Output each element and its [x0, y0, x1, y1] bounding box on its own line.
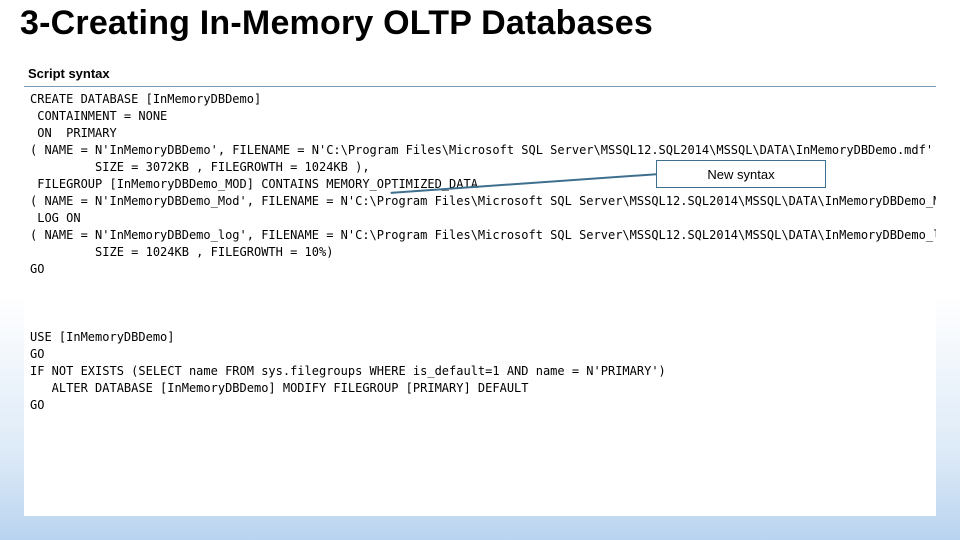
- slide: 3-Creating In-Memory OLTP Databases Scri…: [0, 0, 960, 540]
- sql-code-block: CREATE DATABASE [InMemoryDBDemo] CONTAIN…: [24, 86, 936, 516]
- script-syntax-label: Script syntax: [28, 66, 110, 81]
- slide-title: 3-Creating In-Memory OLTP Databases: [20, 4, 653, 43]
- new-syntax-callout: New syntax: [656, 160, 826, 188]
